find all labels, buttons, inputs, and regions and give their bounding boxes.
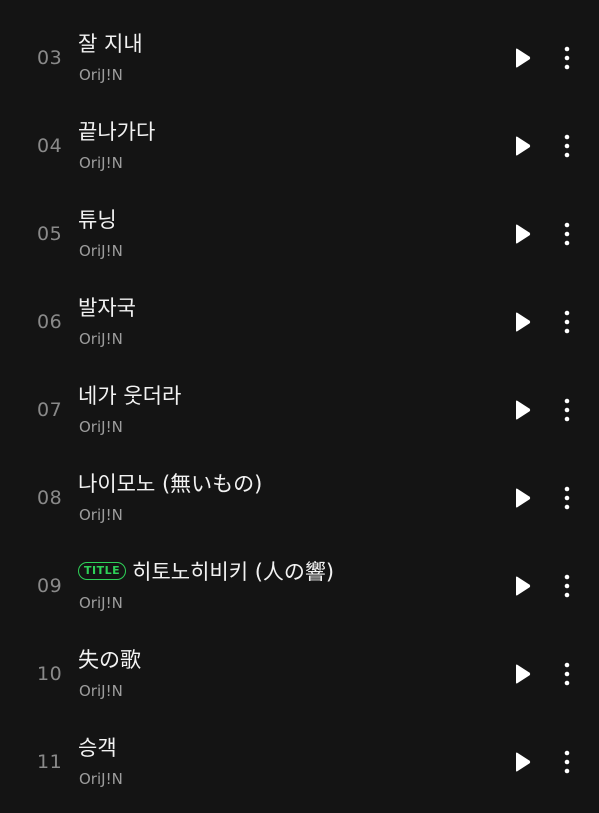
more-options-button[interactable]: [556, 132, 578, 160]
track-title[interactable]: 네가 웃더라: [78, 380, 181, 410]
play-button[interactable]: [509, 397, 535, 423]
play-button[interactable]: [509, 485, 535, 511]
track-row[interactable]: 11 승객 OriJ!N: [0, 717, 599, 805]
track-number: 05: [37, 223, 63, 245]
track-title-line: 끝나가다: [78, 116, 155, 146]
track-number: 04: [37, 135, 63, 157]
track-artist[interactable]: OriJ!N: [79, 330, 123, 348]
play-button[interactable]: [509, 661, 535, 687]
more-vertical-icon: [564, 750, 570, 774]
more-vertical-icon: [564, 662, 570, 686]
play-button[interactable]: [509, 221, 535, 247]
more-vertical-icon: [564, 574, 570, 598]
track-title-line: 튜닝: [78, 204, 117, 234]
track-artist[interactable]: OriJ!N: [79, 682, 123, 700]
more-vertical-icon: [564, 222, 570, 246]
track-title-line: 발자국: [78, 292, 136, 322]
track-title[interactable]: 발자국: [78, 292, 136, 322]
more-vertical-icon: [564, 310, 570, 334]
track-title[interactable]: 끝나가다: [78, 116, 155, 146]
play-button[interactable]: [509, 45, 535, 71]
track-title[interactable]: 失の歌: [78, 644, 141, 674]
track-title-line: 네가 웃더라: [78, 380, 181, 410]
track-row[interactable]: 09 TITLE 히토노히비키 (人の響) OriJ!N: [0, 541, 599, 629]
track-row[interactable]: 07 네가 웃더라 OriJ!N: [0, 365, 599, 453]
play-button[interactable]: [509, 133, 535, 159]
more-options-button[interactable]: [556, 308, 578, 336]
track-number: 08: [37, 487, 63, 509]
play-icon: [516, 576, 531, 596]
track-title-line: 승객: [78, 732, 117, 762]
play-icon: [516, 224, 531, 244]
track-row[interactable]: 08 나이모노 (無いもの) OriJ!N: [0, 453, 599, 541]
more-options-button[interactable]: [556, 748, 578, 776]
play-icon: [516, 136, 531, 156]
track-artist[interactable]: OriJ!N: [79, 242, 123, 260]
play-button[interactable]: [509, 573, 535, 599]
more-options-button[interactable]: [556, 484, 578, 512]
play-icon: [516, 752, 531, 772]
track-artist[interactable]: OriJ!N: [79, 770, 123, 788]
track-title[interactable]: 승객: [78, 732, 117, 762]
track-row[interactable]: 06 발자국 OriJ!N: [0, 277, 599, 365]
track-number: 07: [37, 399, 63, 421]
play-icon: [516, 400, 531, 420]
track-artist[interactable]: OriJ!N: [79, 154, 123, 172]
track-artist[interactable]: OriJ!N: [79, 418, 123, 436]
track-title-line: TITLE 히토노히비키 (人の響): [78, 556, 334, 586]
play-button[interactable]: [509, 749, 535, 775]
play-button[interactable]: [509, 309, 535, 335]
track-number: 03: [37, 47, 63, 69]
track-title-line: 失の歌: [78, 644, 141, 674]
more-vertical-icon: [564, 134, 570, 158]
play-icon: [516, 664, 531, 684]
more-options-button[interactable]: [556, 396, 578, 424]
track-title[interactable]: 튜닝: [78, 204, 117, 234]
more-options-button[interactable]: [556, 220, 578, 248]
more-options-button[interactable]: [556, 44, 578, 72]
play-icon: [516, 488, 531, 508]
track-artist[interactable]: OriJ!N: [79, 594, 123, 612]
track-row[interactable]: 05 튜닝 OriJ!N: [0, 189, 599, 277]
track-title[interactable]: 나이모노 (無いもの): [78, 468, 262, 498]
track-title[interactable]: 히토노히비키 (人の響): [132, 556, 334, 586]
track-number: 09: [37, 575, 63, 597]
track-title[interactable]: 잘 지내: [78, 28, 143, 58]
more-options-button[interactable]: [556, 660, 578, 688]
more-vertical-icon: [564, 398, 570, 422]
track-list: 03 잘 지내 OriJ!N 04 끝나가다 OriJ!N 05 튜닝 OriJ…: [0, 0, 599, 813]
track-number: 10: [37, 663, 63, 685]
track-number: 06: [37, 311, 63, 333]
track-artist[interactable]: OriJ!N: [79, 66, 123, 84]
track-row[interactable]: 10 失の歌 OriJ!N: [0, 629, 599, 717]
play-icon: [516, 312, 531, 332]
track-number: 11: [37, 751, 63, 773]
track-title-line: 나이모노 (無いもの): [78, 468, 262, 498]
play-icon: [516, 48, 531, 68]
title-track-badge: TITLE: [78, 562, 127, 580]
more-vertical-icon: [564, 486, 570, 510]
track-row[interactable]: 03 잘 지내 OriJ!N: [0, 13, 599, 101]
more-options-button[interactable]: [556, 572, 578, 600]
more-vertical-icon: [564, 46, 570, 70]
track-row[interactable]: 04 끝나가다 OriJ!N: [0, 101, 599, 189]
track-title-line: 잘 지내: [78, 28, 143, 58]
track-artist[interactable]: OriJ!N: [79, 506, 123, 524]
